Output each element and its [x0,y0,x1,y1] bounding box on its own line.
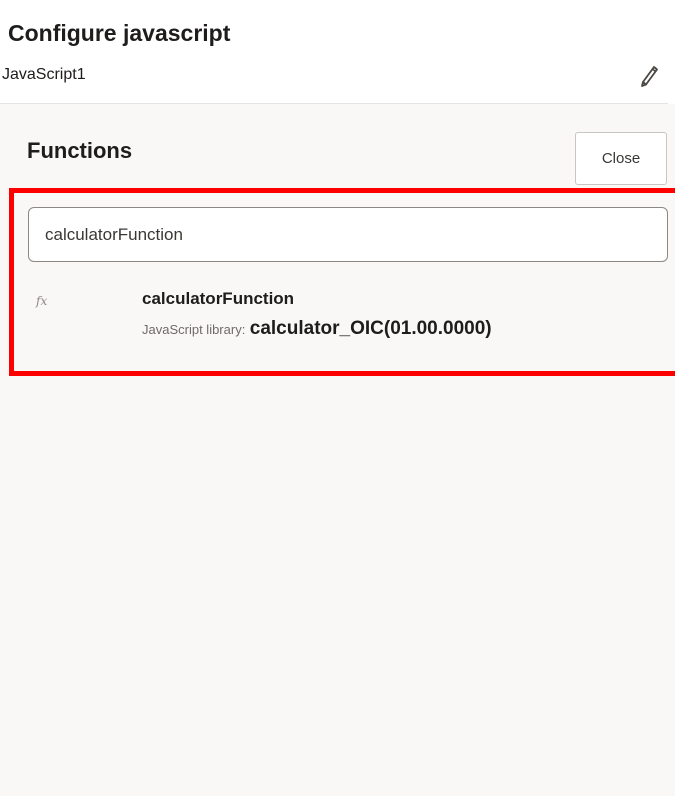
pencil-icon [638,61,660,92]
functions-title: Functions [27,138,133,163]
close-button[interactable]: Close [575,132,667,185]
edit-button[interactable] [631,58,667,94]
function-library: JavaScript library: calculator_OIC(01.00… [142,318,492,340]
component-name: JavaScript1 [2,66,86,83]
configure-javascript-panel: Configure javascript JavaScript1 Functio… [0,0,675,796]
library-label: JavaScript library: [142,322,246,337]
page-title: Configure javascript [8,20,231,46]
function-search-input[interactable] [28,207,668,262]
library-value: calculator_OIC(01.00.0000) [249,318,492,339]
panel-edge [668,0,675,104]
function-name: calculatorFunction [142,289,295,308]
fx-icon: fx [36,294,48,308]
function-result-item[interactable]: fx calculatorFunction JavaScript library… [28,282,668,354]
panel-header: Configure javascript JavaScript1 [0,0,668,104]
